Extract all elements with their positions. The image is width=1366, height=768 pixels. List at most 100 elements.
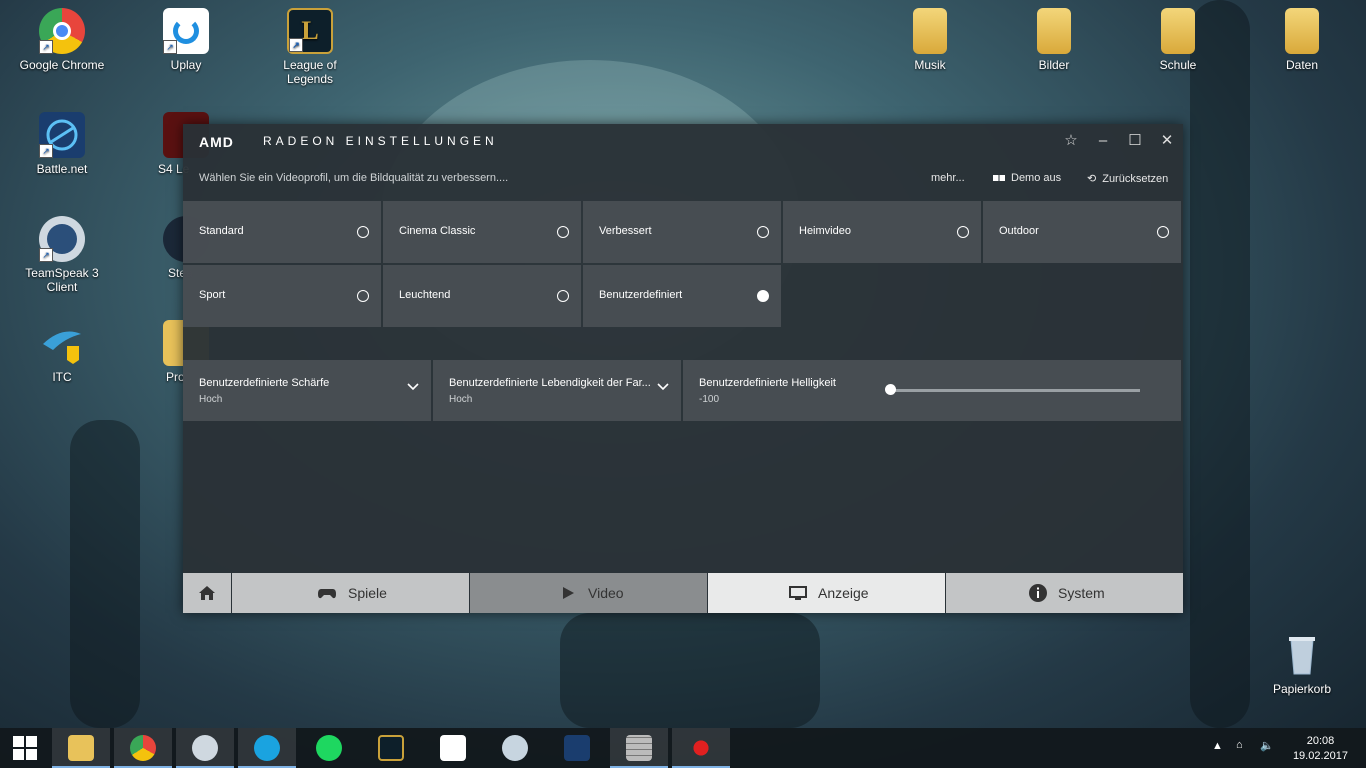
desktop-icon-label: Bilder [1038, 58, 1070, 72]
desktop-icon-bilder[interactable]: Bilder [1006, 8, 1102, 72]
brightness-slider-track[interactable] [891, 389, 1140, 392]
nav-spiele[interactable]: Spiele [232, 573, 469, 613]
nav-label: Anzeige [818, 585, 869, 601]
desktop-icon-teamspeak[interactable]: ↗ TeamSpeak 3 Client [14, 216, 110, 294]
folder-icon [1285, 8, 1319, 54]
radio-button[interactable] [557, 226, 569, 238]
shortcut-arrow-icon: ↗ [39, 248, 53, 262]
system-clock[interactable]: 20:08 19.02.2017 [1293, 734, 1348, 764]
setting-title: Benutzerdefinierte Helligkeit [699, 377, 836, 389]
background-tree [560, 613, 820, 728]
desktop-icon-uplay[interactable]: ↗ Uplay [138, 8, 234, 72]
shortcut-arrow-icon: ↗ [163, 40, 177, 54]
radio-button[interactable] [557, 290, 569, 302]
steam-icon [502, 735, 528, 761]
taskbar-chrome[interactable] [114, 728, 172, 768]
taskbar-teamspeak[interactable] [176, 728, 234, 768]
taskbar-explorer[interactable] [52, 728, 110, 768]
profile-outdoor[interactable]: Outdoor [983, 201, 1181, 263]
reset-icon: ⟲ [1087, 173, 1097, 185]
profile-label: Leuchtend [399, 289, 451, 301]
desktop-icon-label: Battle.net [36, 162, 88, 176]
desktop-icon-label: Musik [914, 58, 946, 72]
radio-button[interactable] [1157, 226, 1169, 238]
clock-time: 20:08 [1306, 735, 1335, 747]
windows-logo-icon [13, 736, 37, 760]
radeon-settings-window: AMD RADEON EINSTELLUNGEN ☆ – ☐ ✕ Wählen … [183, 124, 1183, 613]
reset-label: Zurücksetzen [1102, 173, 1169, 185]
profile-label: Outdoor [999, 225, 1039, 237]
desktop-icon-daten[interactable]: Daten [1254, 8, 1350, 72]
desktop-icon-chrome[interactable]: ↗ Google Chrome [14, 8, 110, 72]
clock-date: 19.02.2017 [1292, 750, 1348, 762]
lol-icon [378, 735, 404, 761]
taskbar-amd[interactable] [672, 728, 730, 768]
vividness-dropdown[interactable]: Benutzerdefinierte Lebendigkeit der Far.… [433, 360, 681, 421]
title-bar[interactable]: AMD RADEON EINSTELLUNGEN ☆ – ☐ ✕ [183, 124, 1183, 158]
show-hidden-icons-chevron-icon[interactable]: ▲ [1212, 740, 1223, 752]
desktop-icon-label: Papierkorb [1272, 682, 1332, 696]
desktop-icon-itc[interactable]: ITC [14, 320, 110, 384]
profile-sport[interactable]: Sport [183, 265, 381, 327]
network-icon[interactable]: ⌂ [1236, 739, 1243, 751]
minimize-button[interactable]: – [1092, 130, 1114, 152]
radio-button[interactable] [357, 226, 369, 238]
taskbar-uplay[interactable] [424, 728, 482, 768]
profile-heimvideo[interactable]: Heimvideo [783, 201, 981, 263]
setting-value: Hoch [449, 394, 473, 405]
teamspeak-icon: ↗ [39, 216, 85, 262]
radio-button[interactable] [957, 226, 969, 238]
desktop-icon-battlenet[interactable]: ↗ Battle.net [14, 112, 110, 176]
taskbar-spotify[interactable] [300, 728, 358, 768]
info-icon [1029, 584, 1047, 602]
volume-icon[interactable]: 🔈 [1260, 739, 1274, 752]
profile-cinema-classic[interactable]: Cinema Classic [383, 201, 581, 263]
brightness-slider-thumb[interactable] [885, 384, 896, 395]
start-button[interactable] [0, 728, 48, 768]
gamepad-icon [318, 589, 336, 599]
taskbar-battlenet[interactable] [548, 728, 606, 768]
setting-title: Benutzerdefinierte Schärfe [199, 377, 330, 389]
uplay-icon [440, 735, 466, 761]
taskbar-wall-app[interactable] [610, 728, 668, 768]
desktop-icon-musik[interactable]: Musik [882, 8, 978, 72]
profile-benutzerdefiniert[interactable]: Benutzerdefiniert [583, 265, 781, 327]
battlenet-icon [564, 735, 590, 761]
taskbar-steam[interactable] [486, 728, 544, 768]
desktop-icon-lol[interactable]: L ↗ League of Legends [262, 8, 358, 86]
demo-label: Demo aus [1011, 172, 1062, 184]
radio-button[interactable] [757, 226, 769, 238]
lol-icon: L ↗ [287, 8, 333, 54]
nav-anzeige[interactable]: Anzeige [708, 573, 945, 613]
radio-button[interactable] [357, 290, 369, 302]
folder-icon [1037, 8, 1071, 54]
desktop-icon-recycle-bin[interactable]: Papierkorb [1254, 632, 1350, 696]
taskbar-skype[interactable] [238, 728, 296, 768]
close-button[interactable]: ✕ [1156, 130, 1178, 152]
reset-button[interactable]: ⟲ Zurücksetzen [1087, 172, 1168, 185]
home-icon [199, 586, 215, 600]
profile-verbessert[interactable]: Verbessert [583, 201, 781, 263]
shortcut-arrow-icon: ↗ [39, 40, 53, 54]
desktop-icon-schule[interactable]: Schule [1130, 8, 1226, 72]
recycle-bin-icon [1279, 632, 1325, 678]
demo-toggle[interactable]: Demo aus [993, 172, 1061, 184]
favorite-star-icon[interactable]: ☆ [1060, 130, 1082, 152]
profile-standard[interactable]: Standard [183, 201, 381, 263]
taskbar-lol[interactable] [362, 728, 420, 768]
nav-system[interactable]: System [946, 573, 1183, 613]
play-icon [563, 587, 574, 599]
nav-video[interactable]: Video [470, 573, 707, 613]
chevron-down-icon [657, 383, 669, 391]
radio-button-selected[interactable] [757, 290, 769, 302]
uplay-icon: ↗ [163, 8, 209, 54]
nav-home[interactable] [183, 573, 231, 613]
sharpness-dropdown[interactable]: Benutzerdefinierte Schärfe Hoch [183, 360, 431, 421]
profile-leuchtend[interactable]: Leuchtend [383, 265, 581, 327]
itc-icon [39, 320, 85, 366]
folder-icon [1161, 8, 1195, 54]
desktop-icon-label: TeamSpeak 3 Client [25, 266, 99, 294]
more-link[interactable]: mehr... [931, 172, 965, 184]
profile-label: Sport [199, 289, 226, 301]
maximize-button[interactable]: ☐ [1124, 130, 1146, 152]
